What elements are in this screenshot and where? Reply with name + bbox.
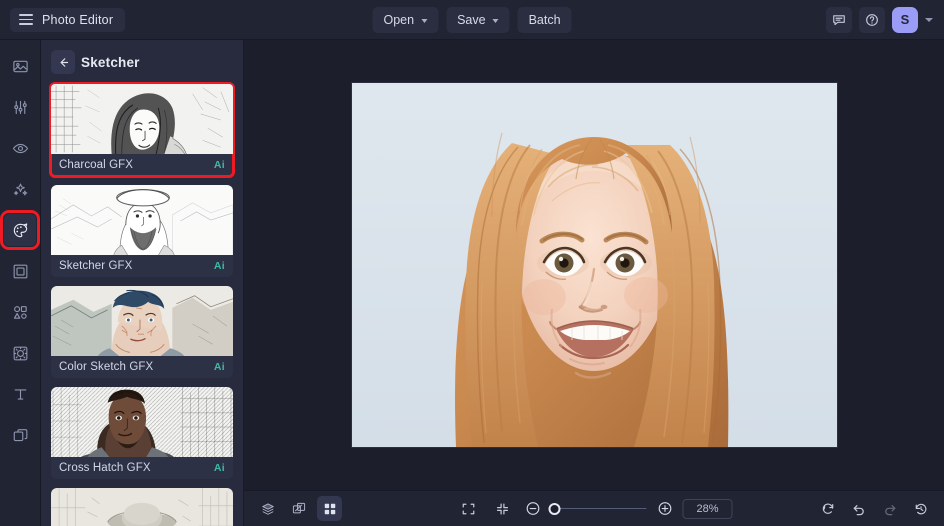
rail-item-sparkles[interactable]	[4, 173, 36, 205]
rail-item-frame[interactable]	[4, 255, 36, 287]
app-body: Sketcher	[0, 40, 944, 526]
open-label: Open	[383, 13, 414, 27]
slider-track	[551, 508, 647, 510]
rail-item-shapes[interactable]	[4, 296, 36, 328]
zoom-value[interactable]: 28%	[683, 499, 733, 519]
slider-knob[interactable]	[548, 503, 560, 515]
canvas-image[interactable]	[352, 83, 837, 447]
bottom-right-tools	[815, 496, 933, 521]
fullscreen-icon[interactable]	[456, 496, 481, 521]
avatar[interactable]: S	[892, 7, 918, 33]
rail-item-effects-palette[interactable]	[4, 214, 36, 246]
compare-icon[interactable]	[286, 496, 311, 521]
rail-item-texture[interactable]	[4, 337, 36, 369]
ai-badge: Ai	[214, 462, 225, 474]
preset-footer: Color Sketch GFX Ai	[51, 356, 233, 378]
back-button[interactable]	[51, 50, 75, 74]
open-button[interactable]: Open	[372, 7, 438, 33]
canvas-viewport[interactable]	[244, 40, 944, 490]
preset-thumbnail	[51, 185, 233, 255]
zoom-in-icon[interactable]	[656, 500, 674, 518]
panel-header: Sketcher	[41, 44, 243, 80]
preset-thumbnail	[51, 488, 233, 526]
rail-item-image[interactable]	[4, 50, 36, 82]
header-toolbar: Open Save Batch	[372, 0, 571, 40]
preset-card-charcoal[interactable]: Charcoal GFX Ai	[51, 84, 233, 176]
preset-footer: Charcoal GFX Ai	[51, 154, 233, 176]
hamburger-icon	[19, 14, 33, 25]
rail-item-eye[interactable]	[4, 132, 36, 164]
photo-editor-app: Photo Editor Open Save Batch	[0, 0, 944, 526]
layers-icon[interactable]	[255, 496, 280, 521]
save-label: Save	[457, 13, 486, 27]
reset-icon[interactable]	[815, 496, 840, 521]
rail-item-text[interactable]	[4, 378, 36, 410]
preset-card-cross-hatch[interactable]: Cross Hatch GFX Ai	[51, 387, 233, 479]
preset-label: Charcoal GFX	[59, 159, 133, 171]
batch-label: Batch	[529, 13, 561, 27]
avatar-chevron-down-icon[interactable]	[925, 18, 933, 22]
header-right: S	[826, 7, 944, 33]
preset-card-partial[interactable]	[51, 488, 233, 526]
fit-screen-icon[interactable]	[490, 496, 515, 521]
zoom-slider[interactable]	[551, 502, 647, 516]
app-title: Photo Editor	[42, 13, 113, 27]
app-menu-button[interactable]: Photo Editor	[10, 8, 125, 32]
preset-card-sketcher[interactable]: Sketcher GFX Ai	[51, 185, 233, 277]
chevron-down-icon	[493, 19, 499, 23]
batch-button[interactable]: Batch	[518, 7, 572, 33]
rail-item-layers-copy[interactable]	[4, 419, 36, 451]
help-icon[interactable]	[859, 7, 885, 33]
app-header: Photo Editor Open Save Batch	[0, 0, 944, 40]
zoom-controls: 28%	[456, 496, 733, 521]
undo-icon[interactable]	[846, 496, 871, 521]
zoom-out-icon[interactable]	[524, 500, 542, 518]
panel-title: Sketcher	[81, 55, 140, 70]
preset-label: Color Sketch GFX	[59, 361, 153, 373]
tool-rail	[0, 40, 41, 526]
redo-icon[interactable]	[877, 496, 902, 521]
history-icon[interactable]	[908, 496, 933, 521]
rail-item-adjustments[interactable]	[4, 91, 36, 123]
ai-badge: Ai	[214, 260, 225, 272]
bottom-toolbar: 28%	[244, 490, 944, 526]
canvas-area: 28%	[244, 40, 944, 526]
preset-label: Cross Hatch GFX	[59, 462, 151, 474]
preset-thumbnail	[51, 84, 233, 154]
save-button[interactable]: Save	[446, 7, 510, 33]
chevron-down-icon	[421, 19, 427, 23]
preset-list: Charcoal GFX Ai	[41, 80, 243, 526]
bottom-left-tools	[255, 496, 342, 521]
preset-thumbnail	[51, 286, 233, 356]
ai-badge: Ai	[214, 159, 225, 171]
sketcher-panel: Sketcher	[41, 40, 244, 526]
preset-card-color-sketch[interactable]: Color Sketch GFX Ai	[51, 286, 233, 378]
header-left: Photo Editor	[0, 8, 125, 32]
preset-thumbnail	[51, 387, 233, 457]
grid-icon[interactable]	[317, 496, 342, 521]
preset-footer: Cross Hatch GFX Ai	[51, 457, 233, 479]
ai-badge: Ai	[214, 361, 225, 373]
preset-footer: Sketcher GFX Ai	[51, 255, 233, 277]
preset-label: Sketcher GFX	[59, 260, 132, 272]
feedback-icon[interactable]	[826, 7, 852, 33]
